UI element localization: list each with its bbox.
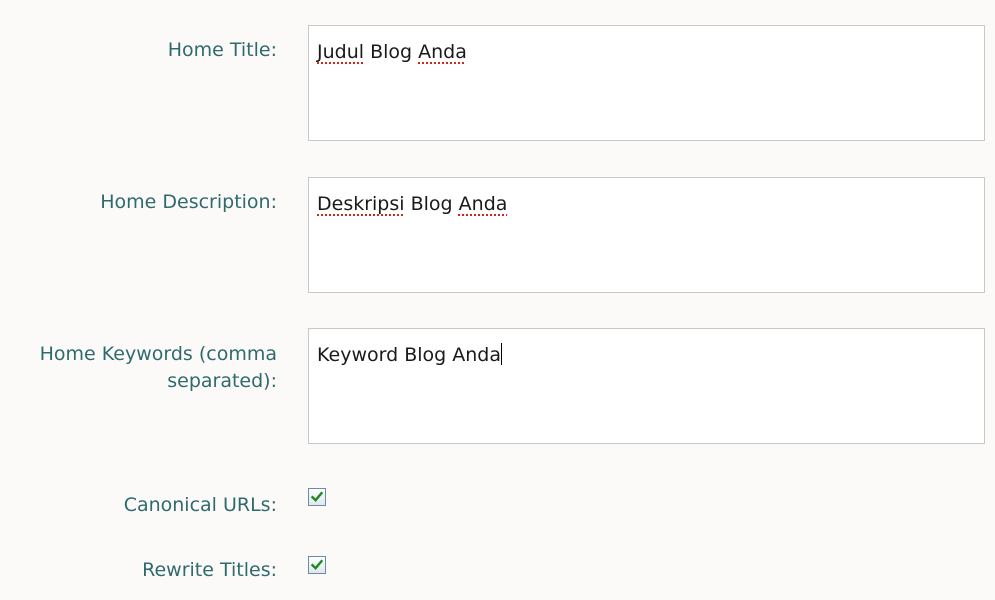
home-keywords-value: Keyword Blog Anda <box>317 344 501 366</box>
home-title-word-2: Blog <box>370 41 413 63</box>
home-keywords-label: Home Keywords (comma separated): <box>39 343 277 392</box>
home-title-word-3: Anda <box>418 41 467 63</box>
home-keywords-input[interactable]: Keyword Blog Anda <box>308 328 985 444</box>
rewrite-titles-checkbox[interactable] <box>308 556 326 574</box>
checkmark-icon <box>310 491 324 502</box>
home-description-label: Home Description: <box>100 191 277 213</box>
rewrite-titles-label: Rewrite Titles: <box>142 559 277 581</box>
checkmark-icon <box>310 559 324 570</box>
home-description-word-2: Blog <box>410 193 453 215</box>
home-description-word-3: Anda <box>458 193 508 215</box>
canonical-urls-label: Canonical URLs: <box>123 494 277 516</box>
home-title-input[interactable]: Judul Blog Anda <box>308 25 985 141</box>
home-description-input[interactable]: Deskripsi Blog Anda <box>308 177 985 293</box>
text-caret <box>500 343 502 365</box>
seo-settings-form: Home Title: Judul Blog Anda Home Descrip… <box>0 0 995 600</box>
home-title-label: Home Title: <box>167 39 277 61</box>
home-description-word-1: Deskripsi <box>317 193 405 215</box>
canonical-urls-checkbox[interactable] <box>308 488 326 506</box>
home-title-word-1: Judul <box>317 41 365 63</box>
